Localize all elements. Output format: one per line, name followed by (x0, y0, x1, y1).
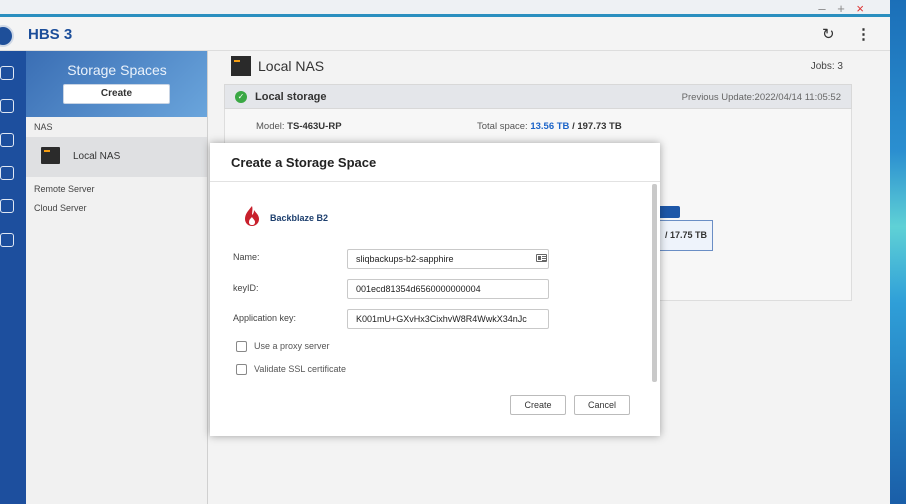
name-input[interactable] (347, 249, 549, 269)
proxy-label[interactable]: Use a proxy server (254, 341, 330, 351)
minimize-button[interactable]: – (818, 1, 829, 16)
close-button[interactable]: × (856, 1, 868, 16)
dialog-scrollbar[interactable] (652, 184, 657, 382)
create-button[interactable]: Create (510, 395, 566, 415)
provider-name: Backblaze B2 (270, 213, 329, 223)
app-title: HBS 3 (28, 26, 73, 43)
window-titlebar: – + × (0, 0, 890, 17)
hbs-logo-icon (0, 25, 14, 47)
maximize-button[interactable]: + (837, 1, 849, 16)
more-vertical-icon[interactable]: ⋮ (856, 25, 871, 43)
dialog-divider (210, 181, 660, 182)
contact-card-icon[interactable] (536, 254, 547, 262)
dialog-title: Create a Storage Space (231, 155, 377, 170)
cancel-button[interactable]: Cancel (574, 395, 630, 415)
keyid-label: keyID: (233, 283, 259, 293)
window-controls: – + × (818, 1, 868, 16)
name-label: Name: (233, 252, 260, 262)
ssl-label[interactable]: Validate SSL certificate (254, 364, 346, 374)
proxy-checkbox[interactable] (236, 341, 247, 352)
ssl-checkbox[interactable] (236, 364, 247, 375)
application-key-label: Application key: (233, 313, 297, 323)
create-storage-dialog: Create a Storage Space Backblaze B2 Name… (210, 143, 660, 436)
refresh-icon[interactable]: ↻ (822, 25, 835, 43)
backblaze-flame-icon (245, 206, 259, 226)
keyid-input[interactable] (347, 279, 549, 299)
application-key-input[interactable] (347, 309, 549, 329)
desktop-background (890, 0, 906, 504)
app-header: HBS 3 ↻ ⋮ (0, 17, 890, 51)
